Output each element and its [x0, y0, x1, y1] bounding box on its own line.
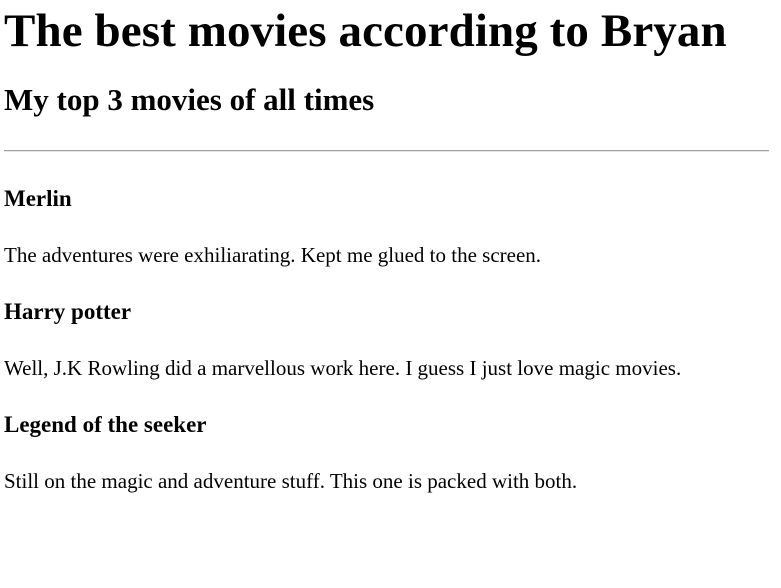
movie-item-harry-potter: Harry potter Well, J.K Rowling did a mar… [4, 298, 769, 380]
movie-item-merlin: Merlin The adventures were exhiliarating… [4, 185, 769, 267]
page: The best movies according to Bryan My to… [0, 4, 781, 493]
movie-title: Merlin [4, 186, 72, 211]
movie-title: Harry potter [4, 299, 132, 324]
movie-item-legend-of-the-seeker: Legend of the seeker Still on the magic … [4, 411, 769, 493]
movie-description: Still on the magic and adventure stuff. … [4, 469, 578, 493]
divider [4, 150, 769, 152]
page-title: The best movies according to Bryan [4, 5, 727, 57]
movie-description: The adventures were exhiliarating. Kept … [4, 243, 542, 267]
movie-list: Merlin The adventures were exhiliarating… [4, 185, 769, 493]
movie-title: Legend of the seeker [4, 412, 207, 437]
page-subtitle: My top 3 movies of all times [4, 82, 375, 117]
movie-description: Well, J.K Rowling did a marvellous work … [4, 356, 682, 380]
